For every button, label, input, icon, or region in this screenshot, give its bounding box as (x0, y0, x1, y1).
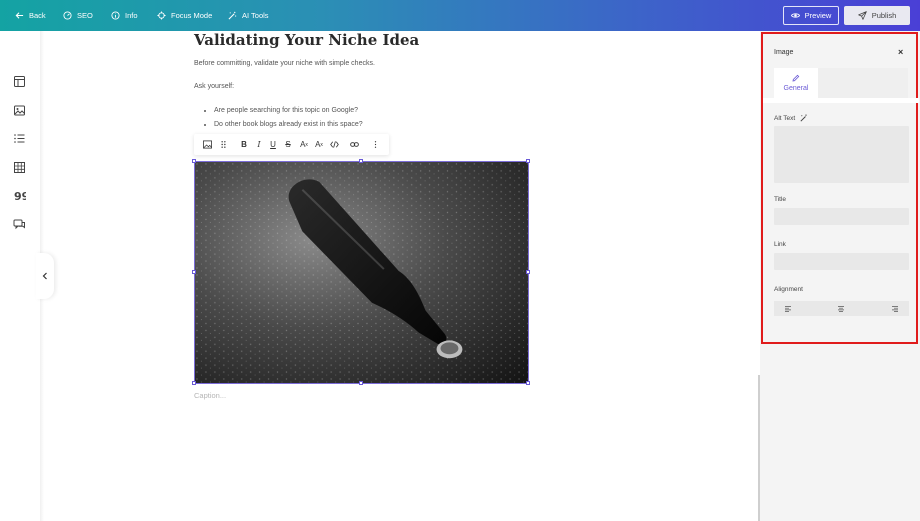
crosshair-icon (157, 11, 166, 20)
list-item[interactable]: Are people searching for this topic on G… (214, 106, 363, 120)
pencil-icon (792, 74, 800, 82)
resize-handle[interactable] (192, 270, 196, 274)
link-label: Link (774, 241, 786, 248)
focus-mode-label: Focus Mode (171, 11, 213, 20)
resize-handle[interactable] (359, 159, 363, 163)
resize-handle[interactable] (526, 270, 530, 274)
bold-button[interactable]: B (239, 134, 249, 155)
italic-button[interactable]: I (254, 134, 264, 155)
list-item[interactable]: Do other book blogs already exist in thi… (214, 120, 363, 134)
superscript-button[interactable]: Ax (299, 134, 309, 155)
resize-handle[interactable] (192, 381, 196, 385)
more-options-icon[interactable] (370, 134, 380, 155)
paragraph[interactable]: Before committing, validate your niche w… (194, 60, 375, 67)
drag-handle-icon[interactable] (218, 134, 228, 155)
comments-icon[interactable] (13, 218, 26, 231)
alt-text-field[interactable] (774, 126, 909, 183)
alignment-label: Alignment (774, 286, 803, 293)
title-label: Title (774, 196, 787, 203)
formatting-toolbar: B I U S Ax Ax (194, 134, 389, 155)
list-icon[interactable] (13, 132, 26, 145)
panel-title: Image (774, 49, 794, 56)
arrow-left-icon (15, 12, 24, 19)
link-field[interactable] (774, 253, 909, 270)
resize-handle[interactable] (526, 381, 530, 385)
strikethrough-button[interactable]: S (283, 134, 293, 155)
subscript-button[interactable]: Ax (314, 134, 324, 155)
tab-bar-background (818, 68, 908, 98)
alt-text-label-text: Alt Text (774, 114, 796, 122)
layout-icon[interactable] (13, 75, 26, 88)
selected-image[interactable] (194, 161, 529, 384)
tab-general-label: General (783, 85, 809, 92)
post-heading[interactable]: Validating Your Niche Idea (194, 31, 419, 49)
close-icon[interactable]: × (898, 47, 903, 57)
highlight-box: Image × General Alt Text Title Link Alig… (761, 32, 919, 344)
paragraph[interactable]: Ask yourself: (194, 83, 234, 90)
code-icon[interactable] (329, 134, 340, 155)
publish-button[interactable]: Publish (844, 6, 910, 25)
eye-icon (790, 13, 800, 18)
resize-handle[interactable] (526, 159, 530, 163)
link-icon[interactable] (349, 134, 360, 155)
seo-label: SEO (77, 11, 93, 20)
ai-tools-button[interactable]: AI Tools (228, 0, 269, 31)
align-right-icon[interactable] (889, 301, 901, 316)
magic-wand-icon[interactable] (800, 114, 808, 122)
publish-label: Publish (871, 11, 897, 20)
send-icon (857, 11, 867, 20)
preview-label: Preview (804, 11, 832, 20)
underline-button[interactable]: U (268, 134, 278, 155)
align-left-icon[interactable] (782, 301, 794, 316)
resize-handle[interactable] (192, 159, 196, 163)
image-icon[interactable] (13, 104, 26, 117)
magic-wand-icon (228, 11, 237, 20)
bullet-list[interactable]: Are people searching for this topic on G… (204, 106, 363, 134)
table-icon[interactable] (13, 161, 26, 174)
alt-text-label: Alt Text (774, 114, 808, 122)
align-center-icon[interactable] (835, 301, 847, 316)
svg-text:99: 99 (14, 190, 26, 202)
image-caption-placeholder[interactable]: Caption... (194, 391, 226, 400)
preview-button[interactable]: Preview (783, 6, 839, 25)
tab-divider (763, 98, 919, 103)
quote-icon[interactable]: 99 (13, 189, 29, 203)
info-button[interactable]: Info (111, 0, 138, 31)
image-settings-panel: Image × General Alt Text Title Link Alig… (760, 31, 920, 521)
info-label: Info (125, 11, 138, 20)
ai-tools-label: AI Tools (242, 11, 269, 20)
title-field[interactable] (774, 208, 909, 225)
left-block-rail: 99 (0, 31, 40, 521)
tab-general[interactable]: General (774, 68, 818, 98)
focus-mode-button[interactable]: Focus Mode (157, 0, 212, 31)
top-bar: Back SEO Info Focus Mode AI Tools Previe… (0, 0, 920, 31)
editor-canvas[interactable]: Validating Your Niche Idea Before commit… (44, 31, 760, 521)
bottle-photo (195, 162, 528, 383)
back-label: Back (29, 11, 46, 20)
alignment-group (774, 301, 909, 316)
image-icon[interactable] (200, 134, 214, 155)
info-icon (111, 11, 120, 20)
resize-handle[interactable] (359, 381, 363, 385)
seo-button[interactable]: SEO (63, 0, 93, 31)
back-button[interactable]: Back (15, 0, 46, 31)
gauge-icon (63, 11, 72, 20)
